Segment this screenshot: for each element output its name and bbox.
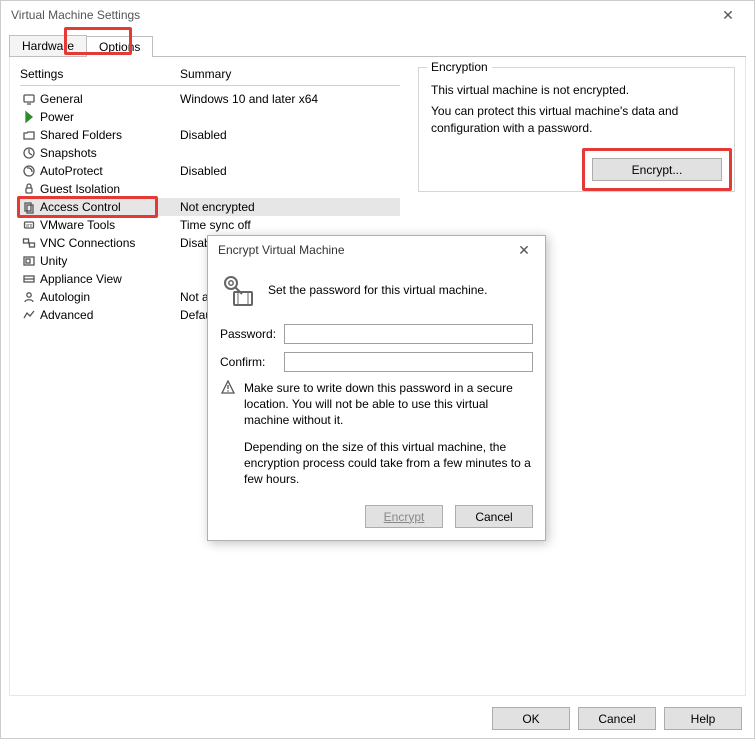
settings-row-vmware-tools[interactable]: vm VMware ToolsTime sync off [20, 216, 400, 234]
encrypt-dialog: Encrypt Virtual Machine ✕ Set the passwo… [207, 235, 546, 541]
settings-row-access-control[interactable]: Access ControlNot encrypted [20, 198, 400, 216]
unity-icon [20, 253, 38, 269]
guest-isolation-icon [20, 181, 38, 197]
heading-settings: Settings [20, 67, 180, 81]
encrypt-dialog-encrypt-button: Encrypt [365, 505, 443, 528]
vnc-connections-icon [20, 235, 38, 251]
encryption-hint: You can protect this virtual machine's d… [431, 103, 722, 137]
encryption-status: This virtual machine is not encrypted. [431, 82, 722, 99]
help-button[interactable]: Help [664, 707, 742, 730]
appliance-view-icon [20, 271, 38, 287]
settings-row-label: Advanced [40, 308, 180, 322]
encrypt-button-wrapper: Encrypt... [592, 158, 722, 181]
settings-row-summary: Not encrypted [180, 200, 400, 214]
ok-button[interactable]: OK [492, 707, 570, 730]
encrypt-dialog-warning: Make sure to write down this password in… [244, 380, 533, 429]
cancel-button[interactable]: Cancel [578, 707, 656, 730]
access-control-icon [20, 199, 38, 215]
general-icon [20, 91, 38, 107]
snapshots-icon [20, 145, 38, 161]
settings-row-snapshots[interactable]: Snapshots [20, 144, 400, 162]
encrypt-dialog-title: Encrypt Virtual Machine [218, 243, 345, 257]
encrypt-dialog-titlebar: Encrypt Virtual Machine ✕ [208, 236, 545, 264]
confirm-label: Confirm: [220, 355, 284, 369]
shared-folders-icon [20, 127, 38, 143]
autologin-icon [20, 289, 38, 305]
close-icon[interactable]: ✕ [708, 1, 748, 29]
settings-list-heading: Settings Summary [20, 67, 400, 86]
encrypt-dialog-intro: Set the password for this virtual machin… [268, 283, 487, 297]
password-input[interactable] [284, 324, 533, 344]
tab-hardware[interactable]: Hardware [9, 35, 87, 56]
window-title: Virtual Machine Settings [11, 8, 140, 22]
encryption-groupbox: Encryption This virtual machine is not e… [418, 67, 735, 192]
svg-text:vm: vm [26, 223, 33, 229]
settings-row-general[interactable]: GeneralWindows 10 and later x64 [20, 90, 400, 108]
settings-row-shared-folders[interactable]: Shared FoldersDisabled [20, 126, 400, 144]
settings-row-label: Access Control [40, 200, 180, 214]
autoprotect-icon [20, 163, 38, 179]
titlebar: Virtual Machine Settings ✕ [1, 1, 754, 29]
settings-row-label: Unity [40, 254, 180, 268]
warning-icon [220, 380, 236, 429]
tabs: Hardware Options [9, 33, 746, 57]
settings-row-summary: Disabled [180, 164, 400, 178]
settings-row-label: Power [40, 110, 180, 124]
settings-row-autoprotect[interactable]: AutoProtectDisabled [20, 162, 400, 180]
settings-row-guest-isolation[interactable]: Guest Isolation [20, 180, 400, 198]
power-icon [20, 109, 38, 125]
footer-buttons: OK Cancel Help [492, 707, 742, 730]
encrypt-button[interactable]: Encrypt... [592, 158, 722, 181]
settings-row-label: VMware Tools [40, 218, 180, 232]
confirm-input[interactable] [284, 352, 533, 372]
advanced-icon [20, 307, 38, 323]
key-icon [220, 272, 256, 308]
encrypt-dialog-note: Depending on the size of this virtual ma… [244, 439, 533, 488]
settings-row-label: Guest Isolation [40, 182, 180, 196]
encryption-legend: Encryption [427, 60, 492, 74]
settings-row-label: Snapshots [40, 146, 180, 160]
heading-summary: Summary [180, 67, 400, 81]
encrypt-dialog-cancel-button[interactable]: Cancel [455, 505, 533, 528]
vmware-tools-icon: vm [20, 217, 38, 233]
settings-row-power[interactable]: Power [20, 108, 400, 126]
settings-row-summary: Time sync off [180, 218, 400, 232]
settings-row-summary: Disabled [180, 128, 400, 142]
settings-row-label: Autologin [40, 290, 180, 304]
settings-row-label: Appliance View [40, 272, 180, 286]
settings-row-label: VNC Connections [40, 236, 180, 250]
settings-row-summary: Windows 10 and later x64 [180, 92, 400, 106]
password-label: Password: [220, 327, 284, 341]
settings-row-label: Shared Folders [40, 128, 180, 142]
tab-options[interactable]: Options [86, 36, 153, 57]
encrypt-dialog-close-icon[interactable]: ✕ [509, 242, 539, 259]
settings-row-label: General [40, 92, 180, 106]
settings-row-label: AutoProtect [40, 164, 180, 178]
